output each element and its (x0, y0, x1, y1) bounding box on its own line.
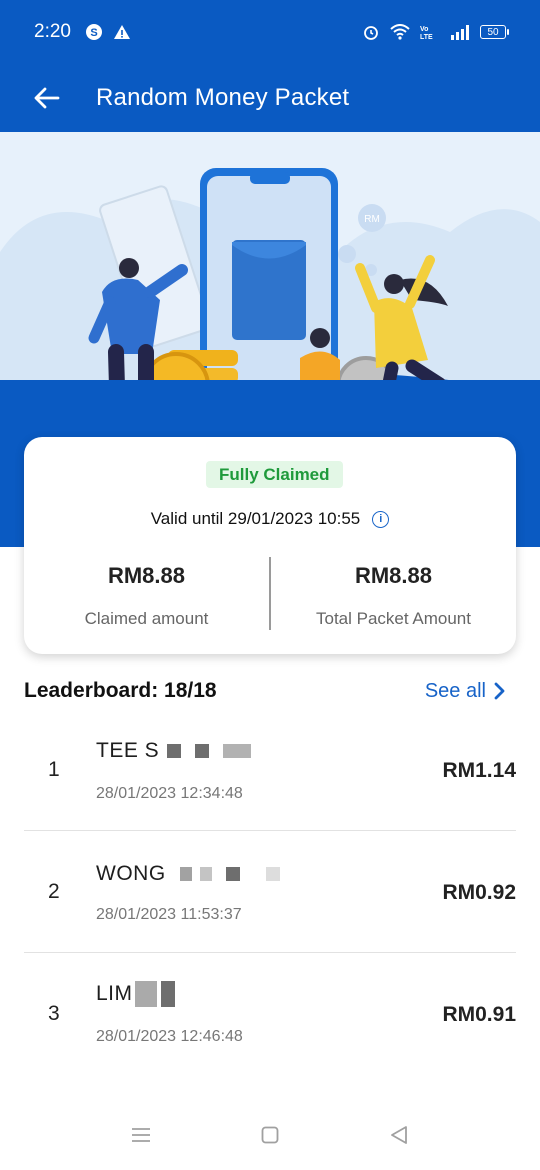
valid-until-text: Valid until 29/01/2023 10:55 (150, 509, 361, 528)
signal-icon (451, 25, 469, 40)
battery-icon: 50 (480, 25, 509, 39)
redacted-block (160, 981, 175, 1007)
claimed-amount-label: Claimed amount (84, 609, 209, 628)
claim-time: 28/01/2023 12:46:48 (96, 1028, 243, 1045)
svg-text:RM: RM (364, 214, 380, 225)
svg-text:Vo: Vo (420, 26, 428, 33)
valid-until-row: Valid until 29/01/2023 10:55 i (24, 509, 516, 529)
app-header: Random Money Packet (0, 64, 540, 132)
back-triangle-icon[interactable] (389, 1125, 409, 1145)
app-notification-icon: S (85, 24, 102, 40)
leaderboard-row[interactable]: 1 TEE S 28/01/2023 12:34:48 RM1.14 (24, 709, 516, 831)
chevron-right-icon (494, 682, 505, 700)
redacted-block (225, 867, 240, 881)
menu-icon[interactable] (131, 1127, 151, 1143)
total-amount-value: RM8.88 (354, 563, 433, 588)
packet-summary-card: Fully Claimed Valid until 29/01/2023 10:… (24, 437, 516, 654)
back-arrow-icon (34, 87, 60, 109)
claim-time: 28/01/2023 11:53:37 (96, 906, 242, 923)
claim-amount: RM0.92 (442, 881, 516, 904)
claimed-amount-value: RM8.88 (107, 563, 186, 588)
claim-amount: RM1.14 (442, 759, 516, 782)
redacted-block (195, 744, 210, 758)
rank-number: 2 (48, 880, 60, 903)
redacted-block (167, 744, 182, 758)
redacted-block (265, 867, 280, 881)
total-amount-block: RM8.88 Total Packet Amount (271, 563, 516, 629)
participant-name: WONG (96, 862, 280, 886)
info-icon[interactable]: i (372, 510, 390, 528)
alarm-icon (364, 26, 378, 40)
rank-number: 3 (48, 1002, 60, 1025)
page-title: Random Money Packet (96, 84, 350, 111)
claim-time: 28/01/2023 12:34:48 (96, 785, 243, 802)
wifi-icon (390, 24, 410, 40)
see-all-label: See all (424, 679, 486, 702)
svg-text:LTE: LTE (420, 34, 433, 40)
leaderboard-title: Leaderboard: 18/18 (24, 679, 217, 702)
redacted-block (179, 867, 192, 881)
claimed-amount-block: RM8.88 Claimed amount (24, 563, 269, 629)
svg-text:S: S (90, 27, 97, 39)
redacted-block (134, 981, 157, 1007)
claim-amount: RM0.91 (442, 1003, 516, 1026)
system-nav-bar (0, 1100, 540, 1170)
status-badge: Fully Claimed (206, 461, 343, 488)
leaderboard-row[interactable]: 3 LIM 28/01/2023 12:46:48 RM0.91 (24, 953, 516, 1075)
leaderboard-header: Leaderboard: 18/18 See all (24, 676, 516, 706)
total-amount-label: Total Packet Amount (316, 609, 471, 628)
participant-name: TEE S (96, 739, 252, 763)
volte-icon: VoLTE (420, 26, 433, 40)
back-button[interactable] (0, 64, 96, 132)
status-time: 2:20 (34, 21, 71, 42)
see-all-link[interactable]: See all (425, 680, 516, 703)
rank-number: 1 (48, 758, 60, 781)
warning-icon (113, 25, 130, 39)
leaderboard-row[interactable]: 2 WONG 28/01/2023 11:53:37 RM0.92 (24, 831, 516, 953)
participant-name: LIM (96, 981, 175, 1007)
redacted-block (223, 744, 252, 758)
home-square-icon[interactable] (261, 1126, 279, 1144)
redacted-block (199, 867, 212, 881)
status-bar: 2:20 S Vo LTE 50 (0, 0, 540, 64)
